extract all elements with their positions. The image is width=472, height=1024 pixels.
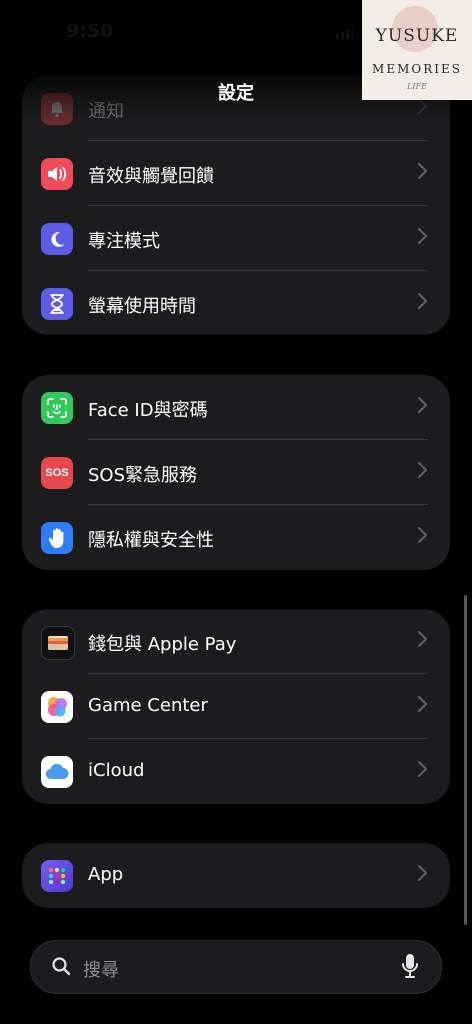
game-center-icon <box>41 691 73 723</box>
chevron-right-icon <box>417 695 428 713</box>
sos-icon-text: SOS <box>45 467 69 479</box>
watermark-line3: LIFE <box>407 82 427 91</box>
chevron-right-icon <box>417 760 428 778</box>
settings-row-game-center[interactable]: Game Center <box>22 674 450 739</box>
watermark-line2: MEMORIES <box>372 62 462 76</box>
hourglass-icon <box>41 288 73 320</box>
cellular-signal-icon <box>336 27 354 39</box>
chevron-right-icon <box>417 292 428 310</box>
settings-group-2: Face ID與密碼 SOS SOS緊急服務 隱私權與安全性 <box>22 375 450 570</box>
icloud-icon <box>41 756 73 788</box>
search-bar[interactable]: 搜尋 <box>30 940 442 994</box>
settings-row-focus[interactable]: 專注模式 <box>22 206 450 271</box>
settings-row-face-id-passcode[interactable]: Face ID與密碼 <box>22 375 450 440</box>
sos-icon: SOS <box>41 457 73 489</box>
chevron-right-icon <box>417 227 428 245</box>
chevron-right-icon <box>417 630 428 648</box>
wallet-icon <box>41 626 75 660</box>
microphone-icon[interactable] <box>401 953 419 979</box>
settings-row-label: 專注模式 <box>88 231 160 252</box>
settings-row-privacy-security[interactable]: 隱私權與安全性 <box>22 505 450 570</box>
settings-row-sounds-haptics[interactable]: 音效與觸覺回饋 <box>22 141 450 206</box>
settings-group-1: 通知 音效與觸覺回饋 專注模式 螢幕使用時間 <box>22 76 450 335</box>
watermark-logo: YUSUKE MEMORIES LIFE <box>362 0 472 100</box>
moon-icon <box>41 223 73 255</box>
face-id-icon <box>41 392 73 424</box>
chevron-right-icon <box>417 526 428 544</box>
settings-row-icloud[interactable]: iCloud <box>22 739 450 804</box>
settings-group-4: App <box>22 843 450 908</box>
settings-row-label: iCloud <box>88 760 145 781</box>
chevron-right-icon <box>417 864 428 882</box>
settings-row-screen-time[interactable]: 螢幕使用時間 <box>22 271 450 335</box>
settings-row-label: Game Center <box>88 695 208 716</box>
scroll-indicator[interactable] <box>464 595 467 925</box>
settings-row-apps[interactable]: App <box>22 843 450 908</box>
speaker-icon <box>41 158 73 190</box>
chevron-right-icon <box>417 162 428 180</box>
settings-row-label: 隱私權與安全性 <box>88 530 214 551</box>
settings-row-label: 錢包與 Apple Pay <box>88 634 237 655</box>
chevron-right-icon <box>417 461 428 479</box>
search-icon <box>52 957 71 976</box>
chevron-right-icon <box>417 396 428 414</box>
settings-row-emergency-sos[interactable]: SOS SOS緊急服務 <box>22 440 450 505</box>
settings-row-wallet-apple-pay[interactable]: 錢包與 Apple Pay <box>22 609 450 674</box>
hand-icon <box>41 522 73 554</box>
settings-row-label: 音效與觸覺回饋 <box>88 166 214 187</box>
settings-row-label: Face ID與密碼 <box>88 400 208 421</box>
settings-group-3: 錢包與 Apple Pay Game Center iCloud <box>22 609 450 804</box>
search-input[interactable]: 搜尋 <box>83 956 119 982</box>
apps-grid-icon <box>41 860 73 892</box>
settings-row-label: 螢幕使用時間 <box>88 296 196 317</box>
watermark-line1: YUSUKE <box>375 26 459 46</box>
settings-row-label: App <box>88 864 124 885</box>
settings-row-label: SOS緊急服務 <box>88 465 198 486</box>
status-time: 9:50 <box>66 20 114 42</box>
